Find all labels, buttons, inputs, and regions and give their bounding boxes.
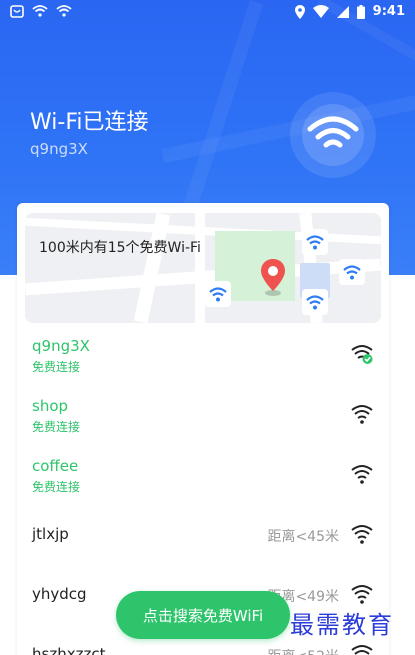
free-connect-tag: 免费连接 bbox=[32, 360, 81, 374]
battery-icon bbox=[356, 4, 365, 19]
wifi-status-icon bbox=[32, 5, 48, 17]
status-time: 9:41 bbox=[372, 4, 405, 19]
wifi-icon bbox=[343, 264, 361, 279]
wifi-icon bbox=[209, 286, 227, 301]
location-pin-icon bbox=[258, 257, 288, 301]
wifi-icon bbox=[351, 465, 373, 484]
cellular-signal-icon bbox=[336, 5, 349, 18]
connected-network-name: q9ng3X bbox=[30, 140, 88, 158]
location-icon bbox=[294, 4, 305, 19]
wifi-icon bbox=[351, 585, 373, 604]
wifi-badge bbox=[302, 104, 364, 166]
wifi-icon bbox=[307, 116, 359, 148]
search-free-wifi-button[interactable]: 点击搜索免费WiFi bbox=[116, 591, 290, 639]
status-bar-right: 9:41 bbox=[294, 4, 405, 19]
wifi-name: shop bbox=[32, 397, 69, 415]
watermark: 最需教育 bbox=[290, 611, 394, 639]
map-wifi-marker[interactable] bbox=[205, 281, 231, 307]
app-notification-icon bbox=[10, 5, 24, 18]
map-wifi-marker[interactable] bbox=[302, 289, 328, 315]
wifi-distance: 距离<52米 bbox=[267, 646, 339, 655]
wifi-signal-icon bbox=[312, 5, 329, 18]
map-road-decoration bbox=[161, 91, 415, 163]
wifi-card: 100米内有15个免费Wi-Fi q9ng3X 免费连接 shop 免费连接 c… bbox=[17, 203, 389, 655]
wifi-list-item[interactable]: coffee 免费连接 bbox=[17, 445, 389, 505]
wifi-distance: 距离<45米 bbox=[267, 529, 339, 545]
wifi-name: jtlxjp bbox=[32, 525, 69, 543]
wifi-status-icon bbox=[56, 5, 72, 17]
wifi-list-item[interactable]: shop 免费连接 bbox=[17, 385, 389, 445]
connection-status-title: Wi-Fi已连接 bbox=[30, 110, 149, 135]
wifi-list-item[interactable]: jtlxjp 距离<45米 bbox=[17, 505, 389, 565]
wifi-list-item[interactable]: q9ng3X 免费连接 bbox=[17, 325, 389, 385]
wifi-icon bbox=[306, 234, 324, 249]
nearby-wifi-map[interactable]: 100米内有15个免费Wi-Fi bbox=[25, 213, 381, 323]
wifi-name: coffee bbox=[32, 457, 79, 475]
wifi-icon bbox=[351, 405, 373, 424]
map-wifi-marker[interactable] bbox=[339, 259, 365, 285]
wifi-name: q9ng3X bbox=[32, 337, 90, 355]
wifi-name: hszhxzzct bbox=[32, 645, 106, 655]
map-wifi-marker[interactable] bbox=[302, 229, 328, 255]
status-bar: 9:41 bbox=[0, 0, 415, 26]
wifi-icon bbox=[351, 645, 373, 655]
status-bar-left bbox=[10, 4, 72, 18]
wifi-icon bbox=[306, 294, 324, 309]
nearby-wifi-count: 100米内有15个免费Wi-Fi bbox=[39, 240, 201, 256]
wifi-name: yhydcg bbox=[32, 585, 87, 603]
wifi-connected-icon bbox=[351, 345, 373, 364]
wifi-icon bbox=[351, 525, 373, 544]
free-connect-tag: 免费连接 bbox=[32, 420, 81, 434]
free-connect-tag: 免费连接 bbox=[32, 480, 81, 494]
